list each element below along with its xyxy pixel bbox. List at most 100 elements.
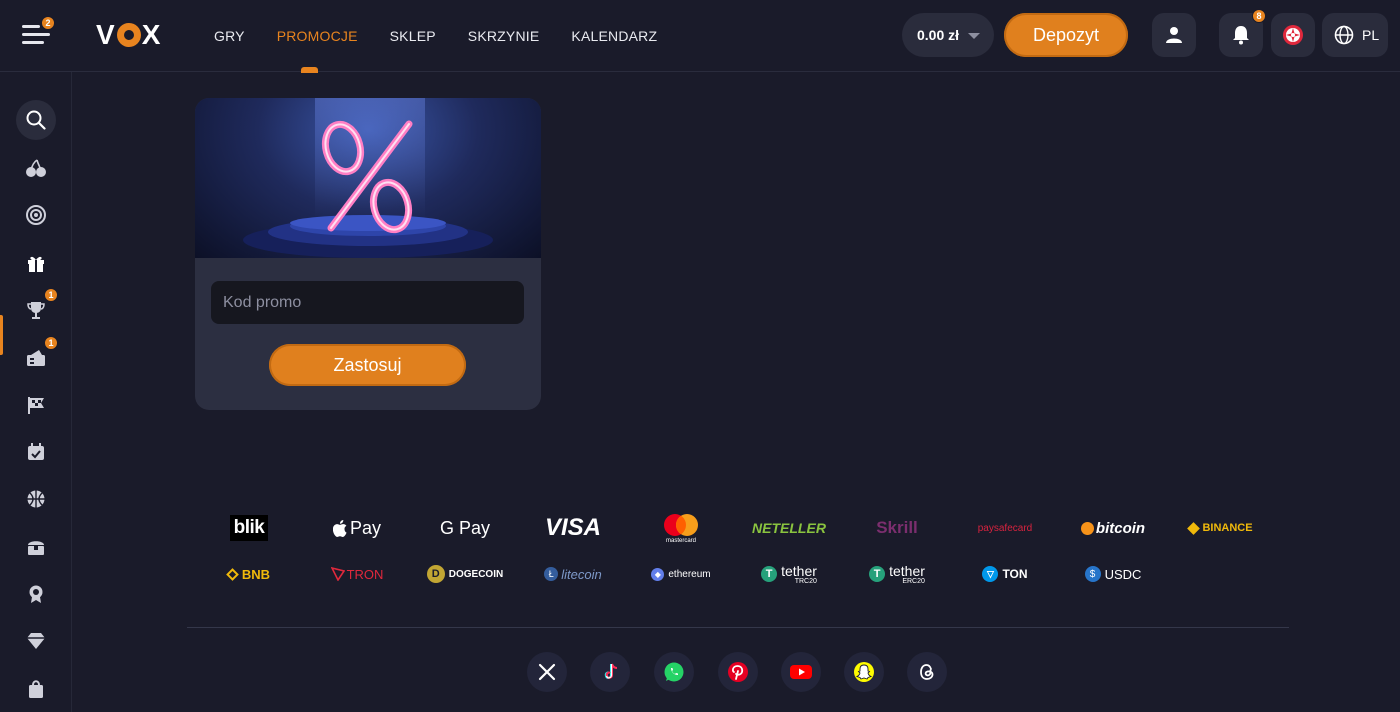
deposit-button[interactable]: Depozyt xyxy=(1004,13,1128,57)
payment-tether-trc20: T tether TRC20 xyxy=(735,551,843,597)
litecoin-icon: Ł xyxy=(544,567,559,581)
payment-tron: TRON xyxy=(303,551,411,597)
payment-mastercard: mastercard xyxy=(627,505,735,551)
social-threads[interactable] xyxy=(907,652,947,692)
social-x[interactable] xyxy=(527,652,567,692)
chevron-down-icon xyxy=(968,33,980,39)
ton-icon: ▽ xyxy=(982,566,999,582)
fortune-wheel-icon xyxy=(1283,25,1303,45)
vox-logo[interactable]: VX xyxy=(96,19,161,50)
lottery-badge: 1 xyxy=(44,336,58,350)
language-code: PL xyxy=(1362,27,1380,43)
globe-icon xyxy=(1334,25,1354,45)
whatsapp-icon xyxy=(664,662,684,682)
award-icon xyxy=(29,585,43,603)
promo-code-card: Zastosuj xyxy=(195,98,541,410)
footer-divider xyxy=(187,627,1289,628)
payment-bnb: BNB xyxy=(195,551,303,597)
payment-usdc: $ USDC xyxy=(1059,551,1167,597)
balance-dropdown[interactable]: 0.00 zł xyxy=(902,13,994,57)
bitcoin-icon xyxy=(1080,521,1094,535)
youtube-icon xyxy=(790,665,812,679)
payment-visa: VISA xyxy=(544,514,601,541)
cherries-icon xyxy=(26,159,46,177)
payment-skrill: Skrill xyxy=(876,518,918,537)
sidebar-item-cases[interactable] xyxy=(16,527,56,567)
casino-chip-icon xyxy=(26,205,46,225)
shopping-bag-icon xyxy=(29,680,43,698)
social-pinterest[interactable] xyxy=(718,652,758,692)
sidebar-item-vip[interactable] xyxy=(16,621,56,661)
sidebar-item-slots[interactable] xyxy=(16,148,56,188)
fortune-wheel-button[interactable] xyxy=(1271,13,1315,57)
menu-badge: 2 xyxy=(41,16,55,30)
race-flag-icon xyxy=(28,397,44,414)
social-youtube[interactable] xyxy=(781,652,821,692)
x-icon xyxy=(538,663,556,681)
payment-tether-erc20: T tether ERC20 xyxy=(843,551,951,597)
bell-icon xyxy=(1233,26,1249,45)
tether-icon: T xyxy=(761,566,778,582)
binance-icon xyxy=(1187,521,1201,535)
top-header: 2 VX GRY PROMOCJE SKLEP SKRZYNIE KALENDA… xyxy=(0,0,1400,73)
sidebar-active-indicator xyxy=(0,315,3,355)
pinterest-icon xyxy=(728,662,748,682)
notifications-button[interactable]: 8 xyxy=(1219,9,1266,57)
tether-icon: T xyxy=(869,566,886,582)
trophy-icon xyxy=(27,302,45,319)
tournaments-badge: 1 xyxy=(44,288,58,302)
user-icon xyxy=(1166,27,1182,43)
payment-ethereum: ◆ ethereum xyxy=(627,551,735,597)
sidebar-item-promotions[interactable] xyxy=(16,243,56,283)
payment-ton: ▽ TON xyxy=(951,551,1059,597)
ticket-icon xyxy=(27,350,45,366)
apple-icon xyxy=(332,519,347,537)
nav-item-kalendarz[interactable]: KALENDARZ xyxy=(571,28,657,44)
promo-hero-image xyxy=(195,98,541,258)
nav-item-sklep[interactable]: SKLEP xyxy=(390,28,436,44)
payment-row-2: BNB TRON D DOGECOIN Ł litecoin ◆ ethereu… xyxy=(195,551,1290,597)
language-selector[interactable]: PL xyxy=(1322,13,1388,57)
sidebar-item-racing[interactable] xyxy=(16,385,56,425)
balance-value: 0.00 zł xyxy=(917,27,960,43)
ethereum-icon: ◆ xyxy=(651,567,665,581)
snapchat-icon xyxy=(854,662,874,682)
apply-promo-button[interactable]: Zastosuj xyxy=(269,344,466,386)
nav-item-promocje[interactable]: PROMOCJE xyxy=(277,28,358,44)
payment-binance: BINANCE xyxy=(1167,505,1275,551)
social-whatsapp[interactable] xyxy=(654,652,694,692)
payment-methods: blik Pay G Pay VISA mastercard NETELLER xyxy=(195,505,1290,597)
nav-item-skrzynie[interactable]: SKRZYNIE xyxy=(468,28,540,44)
menu-icon[interactable]: 2 xyxy=(22,16,55,48)
treasure-chest-icon xyxy=(28,541,44,555)
gift-icon xyxy=(28,256,44,272)
payment-apple-pay: Pay xyxy=(303,505,411,551)
payment-blik: blik xyxy=(195,505,303,551)
sidebar-item-sports[interactable] xyxy=(16,479,56,519)
sidebar-item-calendar[interactable] xyxy=(16,432,56,472)
threads-icon xyxy=(920,664,934,680)
sidebar-item-search[interactable] xyxy=(16,100,56,140)
promo-code-input[interactable] xyxy=(211,281,524,324)
active-nav-indicator xyxy=(301,67,318,73)
nav-item-gry[interactable]: GRY xyxy=(214,28,245,44)
sidebar-item-lottery[interactable]: 1 xyxy=(16,336,58,378)
payment-bitcoin: bitcoin xyxy=(1059,505,1167,551)
social-snapchat[interactable] xyxy=(844,652,884,692)
payment-neteller: NETELLER xyxy=(752,520,826,536)
sidebar-item-live-casino[interactable] xyxy=(16,195,56,235)
payment-litecoin: Ł litecoin xyxy=(519,551,627,597)
sidebar-item-shop[interactable] xyxy=(16,669,56,709)
calendar-icon xyxy=(28,443,44,460)
sidebar-item-tournaments[interactable]: 1 xyxy=(16,288,58,330)
main-nav: GRY PROMOCJE SKLEP SKRZYNIE KALENDARZ xyxy=(214,0,689,72)
percent-icon xyxy=(321,120,413,234)
usdc-icon: $ xyxy=(1084,566,1101,582)
notifications-badge: 8 xyxy=(1252,9,1266,23)
sidebar-item-achievements[interactable] xyxy=(16,574,56,614)
tron-icon xyxy=(330,567,345,581)
search-icon xyxy=(26,110,46,130)
social-tiktok[interactable] xyxy=(590,652,630,692)
user-profile-button[interactable] xyxy=(1152,13,1196,57)
bnb-icon xyxy=(226,567,239,581)
